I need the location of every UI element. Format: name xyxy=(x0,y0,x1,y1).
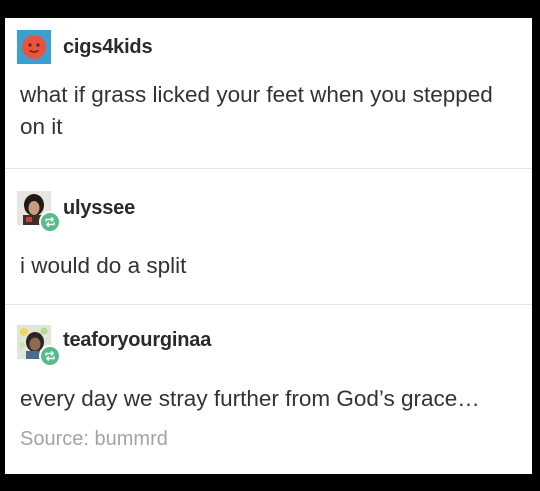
username[interactable]: ulyssee xyxy=(63,197,135,220)
avatar-teaforyourginaa[interactable] xyxy=(17,325,61,367)
post-thread-card: cigs4kids what if grass licked your feet… xyxy=(5,18,532,474)
source-link[interactable]: bummrd xyxy=(95,428,168,450)
post-cigs4kids: cigs4kids what if grass licked your feet… xyxy=(5,18,532,169)
reblog-icon xyxy=(39,345,61,367)
post-text: i would do a split xyxy=(20,253,187,278)
reblog-icon xyxy=(39,211,61,233)
source-label: Source: xyxy=(20,428,89,450)
username[interactable]: teaforyourginaa xyxy=(63,329,211,352)
avatar-cigs4kids[interactable] xyxy=(17,30,51,64)
post-teaforyourginaa: teaforyourginaa every day we stray furth… xyxy=(5,305,532,474)
post-ulyssee: ulyssee i would do a split xyxy=(5,169,532,305)
source-attribution: Source: bummrd xyxy=(20,428,168,451)
avatar-ulyssee[interactable] xyxy=(17,191,61,233)
post-text: what if grass licked your feet when you … xyxy=(20,82,493,139)
post-text: every day we stray further from God’s gr… xyxy=(20,386,480,411)
username[interactable]: cigs4kids xyxy=(63,36,153,59)
orange-face-avatar-icon xyxy=(17,30,51,64)
